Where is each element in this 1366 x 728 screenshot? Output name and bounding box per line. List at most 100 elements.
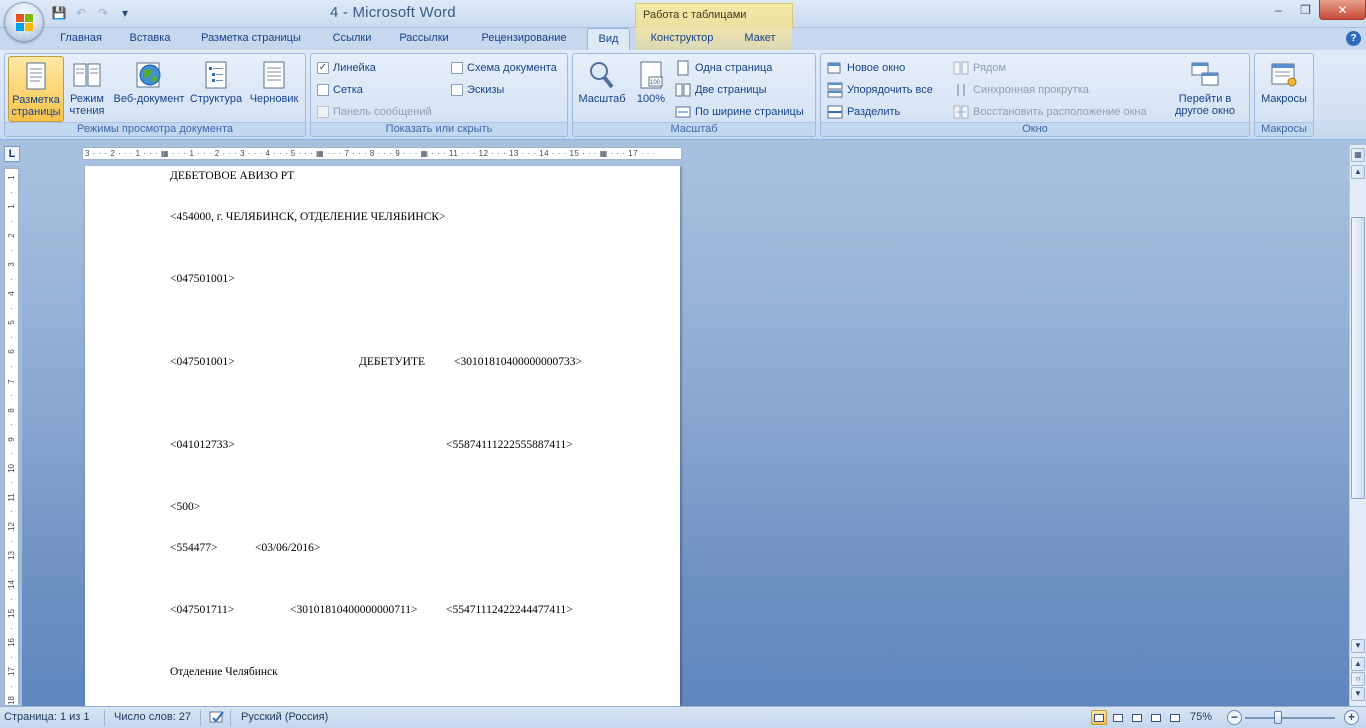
reading-view-icon[interactable] [1110, 710, 1126, 725]
doc-title-line[interactable]: ДЕБЕТОВОЕ АВИЗО РТ [170, 170, 294, 182]
outline-button[interactable]: Структура [189, 56, 243, 122]
doc-line-address[interactable]: <454000, г. ЧЕЛЯБИНСК, ОТДЕЛЕНИЕ ЧЕЛЯБИН… [170, 211, 446, 223]
draft-button[interactable]: Черновик [245, 56, 303, 122]
customize-qat-icon[interactable]: ▾ [116, 4, 134, 22]
thumbnails-check-icon[interactable] [451, 84, 463, 96]
undo-icon[interactable]: ↶ [72, 4, 90, 22]
zoom-in-button[interactable]: + [1344, 710, 1359, 725]
switch-window-button[interactable]: Перейти в другое окно [1165, 56, 1245, 122]
split-button[interactable]: Разделить [827, 102, 900, 122]
document-page[interactable]: ДЕБЕТОВОЕ АВИЗО РТ <454000, г. ЧЕЛЯБИНСК… [85, 166, 680, 706]
browse-object-icon[interactable]: ○ [1351, 672, 1365, 686]
arrange-all-button[interactable]: Упорядочить все [827, 80, 933, 100]
save-icon[interactable]: 💾 [50, 4, 68, 22]
thumbnails-checkbox[interactable]: Эскизы [451, 80, 504, 100]
word-count-status[interactable]: Число слов: 27 [114, 711, 191, 723]
macros-button[interactable]: Макросы [1257, 56, 1311, 122]
web-view-icon[interactable] [1129, 710, 1145, 725]
doc-line-bik-4[interactable]: <047501711> [170, 604, 234, 616]
vertical-ruler-tick: · [7, 307, 16, 310]
vertical-ruler-tick: 18 [7, 696, 16, 706]
draft-view-icon[interactable] [1167, 710, 1183, 725]
next-page-icon[interactable]: ▼ [1351, 687, 1365, 701]
group-macros: Макросы Макросы [1254, 53, 1314, 137]
page-count-status[interactable]: Страница: 1 из 1 [4, 711, 90, 723]
view-ruler-toggle-icon[interactable]: ▦ [1351, 148, 1365, 162]
doc-line-branch[interactable]: Отделение Челябинск [170, 666, 278, 678]
grid-check-icon[interactable] [317, 84, 329, 96]
previous-page-icon[interactable]: ▲ [1351, 657, 1365, 671]
help-icon[interactable]: ? [1346, 31, 1361, 46]
zoom-level[interactable]: 75% [1190, 711, 1212, 723]
tab-insert[interactable]: Вставка [120, 28, 180, 50]
tab-mailings[interactable]: Рассылки [392, 28, 456, 50]
tab-home[interactable]: Главная [52, 28, 110, 50]
zoom-100-button[interactable]: 100 100% [631, 56, 671, 122]
one-page-button[interactable]: Одна страница [675, 58, 772, 78]
window-title: 4 - Microsoft Word [330, 4, 456, 21]
web-layout-label: Веб-документ [113, 93, 185, 105]
vertical-scrollbar[interactable]: ▦ ▲ ▼ ▲ ○ ▼ [1349, 145, 1366, 706]
vertical-ruler-tick: 14 [7, 580, 16, 590]
tab-table-design[interactable]: Конструктор [636, 28, 728, 50]
tab-table-layout[interactable]: Макет [728, 28, 792, 50]
doc-line-bik[interactable]: <047501001> [170, 273, 235, 285]
new-window-button[interactable]: Новое окно [827, 58, 905, 78]
thumbnails-label: Эскизы [467, 84, 505, 96]
group-window: Новое окно Упорядочить все Разделить Ряд… [820, 53, 1250, 137]
maximize-button[interactable]: ❐ [1292, 0, 1319, 20]
doc-line-bik-2[interactable]: <047501001> [170, 356, 235, 368]
doc-line-number[interactable]: <554477> [170, 542, 217, 554]
doc-line-corr-account-2[interactable]: <30101810400000000711> [290, 604, 418, 616]
two-pages-button[interactable]: Две страницы [675, 80, 767, 100]
doc-line-corr-account[interactable]: <30101810400000000733> [454, 356, 582, 368]
tab-view[interactable]: Вид [587, 28, 630, 50]
document-map-check-icon[interactable] [451, 62, 463, 74]
reading-mode-label: Режим чтения [69, 93, 105, 117]
window-controls: – ❐ ✕ [1265, 0, 1366, 22]
outline-icon [205, 61, 227, 89]
group-label-zoom: Масштаб [573, 122, 815, 136]
language-status[interactable]: Русский (Россия) [241, 711, 328, 723]
zoom-slider[interactable] [1245, 717, 1335, 719]
doc-line-account-2[interactable]: <55471112422244477411> [446, 604, 573, 616]
zoom-out-button[interactable]: − [1227, 710, 1242, 725]
ruler-check-icon[interactable]: ✓ [317, 62, 329, 74]
doc-line-debit[interactable]: ДЕБЕТУИТЕ [359, 356, 425, 368]
ruler-checkbox[interactable]: ✓ Линейка [317, 58, 376, 78]
tab-references[interactable]: Ссылки [322, 28, 382, 50]
web-layout-button[interactable]: Веб-документ [109, 56, 189, 122]
grid-checkbox[interactable]: Сетка [317, 80, 363, 100]
vertical-ruler-tick: 17 [7, 667, 16, 677]
document-map-checkbox[interactable]: Схема документа [451, 58, 557, 78]
outline-label: Структура [189, 93, 243, 105]
print-layout-view-icon[interactable] [1091, 710, 1107, 725]
close-button[interactable]: ✕ [1319, 0, 1366, 20]
zoom-slider-thumb[interactable] [1273, 711, 1282, 724]
page-width-button[interactable]: По ширине страницы [675, 102, 804, 122]
reading-mode-button[interactable]: Режим чтения [66, 56, 108, 122]
doc-line-amount[interactable]: <500> [170, 501, 200, 513]
scroll-down-icon[interactable]: ▼ [1351, 639, 1365, 653]
horizontal-ruler[interactable]: 3 · · · 2 · · · 1 · · · ▦ · · · 1 · · · … [82, 147, 682, 160]
vertical-ruler-tick: 8 [7, 407, 16, 413]
tab-selector-icon[interactable]: L [4, 146, 20, 162]
group-document-views: Разметка страницы Режим чтения Веб-докум… [4, 53, 306, 137]
scroll-up-icon[interactable]: ▲ [1351, 165, 1365, 179]
outline-view-icon[interactable] [1148, 710, 1164, 725]
tab-page-layout[interactable]: Разметка страницы [192, 28, 310, 50]
office-button[interactable] [4, 2, 44, 42]
doc-line-account[interactable]: <55874111222555887411> [446, 439, 573, 451]
doc-line-bik-3[interactable]: <041012733> [170, 439, 235, 451]
vertical-ruler[interactable]: 1 · 1 · 2 · 3 · 4 · 5 · 6 · 7 · 8 · 9 · 10 · 11 · 12 · 13 · 14 · 15 · 16… [4, 168, 19, 706]
minimize-button[interactable]: – [1265, 0, 1292, 20]
proofing-icon[interactable] [208, 709, 226, 728]
print-layout-button[interactable]: Разметка страницы [8, 56, 64, 122]
redo-icon[interactable]: ↷ [94, 4, 112, 22]
doc-line-date[interactable]: <03/06/2016> [255, 542, 320, 554]
tab-review[interactable]: Рецензирование [470, 28, 578, 50]
document-workspace: ДЕБЕТОВОЕ АВИЗО РТ <454000, г. ЧЕЛЯБИНСК… [22, 166, 1349, 706]
vertical-ruler-tick: · [7, 568, 16, 572]
scroll-thumb[interactable] [1351, 217, 1365, 499]
zoom-button[interactable]: Масштаб [576, 56, 628, 122]
